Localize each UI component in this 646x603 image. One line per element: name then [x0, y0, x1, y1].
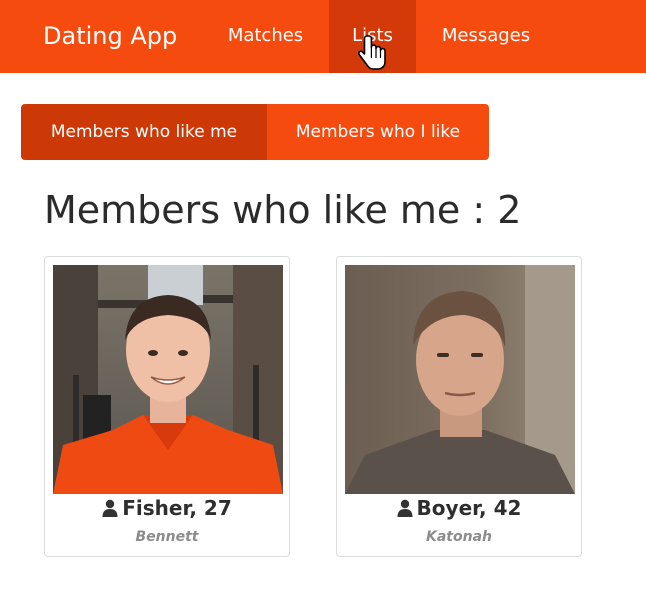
- navbar: Dating App Matches Lists Messages: [0, 0, 646, 73]
- member-photo-image: [345, 265, 575, 494]
- member-city: Bennett: [135, 529, 199, 545]
- page-title: Members who like me : 2: [44, 188, 522, 232]
- nav-messages[interactable]: Messages: [421, 0, 551, 73]
- nav-lists[interactable]: Lists: [329, 0, 416, 73]
- user-icon: [102, 499, 118, 517]
- member-name-age: Fisher, 27: [122, 496, 232, 520]
- member-city: Katonah: [426, 529, 492, 545]
- member-name-age: Boyer, 42: [416, 496, 522, 520]
- user-icon: [397, 499, 413, 517]
- members-filter: Members who like me Members who I like: [21, 104, 489, 160]
- members-who-i-like-button[interactable]: Members who I like: [267, 104, 489, 160]
- nav-matches[interactable]: Matches: [209, 0, 322, 73]
- member-photo-image: [53, 265, 283, 494]
- members-who-like-me-button[interactable]: Members who like me: [21, 104, 267, 160]
- brand-logo[interactable]: Dating App: [43, 0, 177, 73]
- member-photo[interactable]: [53, 265, 283, 494]
- member-name: Boyer, 42: [337, 496, 581, 520]
- member-card[interactable]: Fisher, 27 Bennett: [44, 256, 290, 557]
- member-card[interactable]: Boyer, 42 Katonah: [336, 256, 582, 557]
- member-photo[interactable]: [345, 265, 575, 494]
- member-name: Fisher, 27: [45, 496, 289, 520]
